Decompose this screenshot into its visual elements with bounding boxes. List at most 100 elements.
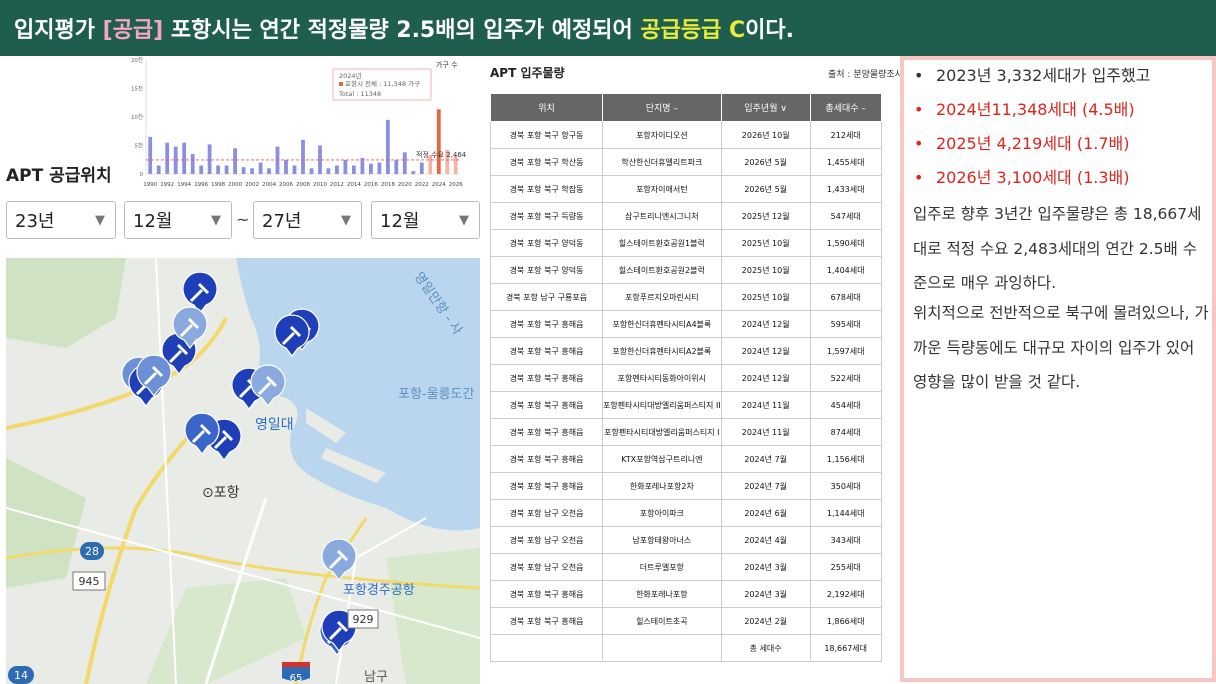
- bar-1996[interactable]: [199, 165, 204, 175]
- bar-2002[interactable]: [250, 168, 254, 174]
- table-row[interactable]: 경북 포항 북구 흥해읍 포항한신더휴펜타시티A4블록 2024년 12월 595세대: [490, 310, 882, 338]
- table-row[interactable]: 경북 포항 북구 흥해읍 포항한신더휴펜타시티A2블록 2024년 12월 1,597…: [490, 337, 882, 365]
- table-row[interactable]: 경북 포항 북구 흥해읍 한화포레나포항 2024년 3월 2,192세대: [490, 580, 882, 608]
- table-row[interactable]: 경북 포항 북구 흥해읍 KTX포항역삼구트리니엔 2024년 7월 1,156세대: [490, 445, 882, 473]
- table-row[interactable]: 경북 포항 북구 흥해읍 힐스테이트초곡 2024년 2월 1,866세대: [490, 607, 882, 635]
- bar-2012[interactable]: [335, 165, 339, 175]
- bar-2020[interactable]: [402, 152, 407, 174]
- bar-2004[interactable]: [267, 168, 271, 174]
- col-header-complex[interactable]: 단지명 –: [602, 93, 722, 122]
- bar-2016[interactable]: [369, 163, 373, 174]
- bar-2006[interactable]: [284, 159, 288, 175]
- bar-2021[interactable]: [411, 171, 416, 174]
- chevron-down-icon: ▼: [341, 212, 351, 228]
- cell-move-in-date: 2024년 11월: [720, 418, 811, 446]
- cell-location: 경북 포항 북구 양덕동: [490, 229, 603, 257]
- cell-households: 1,866세대: [809, 607, 882, 635]
- table-row[interactable]: 경북 포항 북구 흥해읍 포항펜타시티대방엘리움퍼스티지 II 2024년 11월 4…: [490, 391, 882, 419]
- bar-2024[interactable]: [436, 109, 441, 174]
- bar-1994[interactable]: [182, 142, 187, 174]
- bar-2013[interactable]: [343, 159, 348, 175]
- table-row[interactable]: 경북 포항 남구 구룡포읍 포항푸르지오마린시티 2025년 10월 678세대: [490, 283, 882, 311]
- bar-2003[interactable]: [258, 162, 263, 174]
- bar-2008[interactable]: [301, 139, 305, 174]
- chevron-down-icon: ▼: [211, 212, 221, 228]
- to-month-select[interactable]: 12월 ▼: [371, 201, 480, 239]
- table-row[interactable]: 경북 포항 북구 양덕동 힐스테이트환호공원1블럭 2025년 10월 1,590세대: [490, 229, 882, 257]
- cell-location: 경북 포항 북구 흥해읍: [490, 364, 603, 392]
- table-row[interactable]: 경북 포항 북구 학잠동 포항자이애서턴 2026년 5월 1,433세대: [490, 175, 882, 203]
- bar-2015[interactable]: [360, 158, 365, 174]
- bullet-dot: •: [914, 100, 924, 119]
- table-row[interactable]: 경북 포항 북구 흥해읍 포항펜타시티대방엘리움퍼스티지 I 2024년 11월 87…: [490, 418, 882, 446]
- cell-complex-name: 포항펜타시티동화아이위시: [602, 364, 722, 392]
- cell-location: 경북 포항 북구 흥해읍: [490, 391, 603, 419]
- cell-move-in-date: 2025년 10월: [720, 283, 811, 311]
- col-header-location[interactable]: 위치: [490, 93, 603, 122]
- bar-1998[interactable]: [216, 165, 220, 175]
- svg-text:929: 929: [353, 613, 374, 626]
- route-shield-28: 28: [80, 542, 104, 560]
- bar-1995[interactable]: [190, 154, 195, 174]
- bar-2014[interactable]: [352, 165, 356, 175]
- table-row[interactable]: 경북 포항 남구 오천읍 남포항태왕아너스 2024년 4월 343세대: [490, 526, 882, 554]
- bullet-dot: •: [914, 134, 924, 153]
- cell-move-in-date: 2024년 6월: [720, 499, 811, 527]
- x-tick-label: 2022: [415, 182, 429, 188]
- cell-move-in-date: 2024년 12월: [720, 310, 811, 338]
- bar-1990[interactable]: [148, 136, 153, 174]
- from-year-select[interactable]: 23년 ▼: [6, 201, 116, 239]
- cell-complex-name: 힐스테이트환호공원1블럭: [602, 229, 722, 257]
- table-row[interactable]: 경북 포항 남구 오천읍 더트루엘포항 2024년 3월 255세대: [490, 553, 882, 581]
- headline-banner: 입지평가 [공급] 포항시는 연간 적정물량 2.5배의 입주가 예정되어 공급…: [0, 0, 1216, 56]
- x-tick-label: 2020: [398, 182, 412, 188]
- cell-move-in-date: 2024년 12월: [720, 337, 811, 365]
- col-header-households[interactable]: 총세대수 –: [809, 93, 882, 122]
- x-tick-label: 1990: [143, 182, 157, 188]
- col-header-move-in-date[interactable]: 입주년월 ∨: [720, 93, 811, 122]
- bar-2019[interactable]: [394, 159, 399, 175]
- bar-2000[interactable]: [233, 148, 237, 174]
- cell-move-in-date: 2026년 5월: [720, 175, 811, 203]
- x-tick-label: 2008: [296, 182, 310, 188]
- apt-move-in-table: 위치 단지명 – 입주년월 ∨ 총세대수 – 경북 포항 북구 항구동 포항자이디…: [490, 93, 882, 662]
- route-shield-945: 945: [72, 571, 106, 591]
- from-month-select[interactable]: 12월 ▼: [124, 201, 232, 239]
- bar-2007[interactable]: [292, 165, 297, 175]
- bar-2017[interactable]: [377, 162, 382, 174]
- to-year-select[interactable]: 27년 ▼: [253, 201, 362, 239]
- cell-households: 874세대: [809, 418, 882, 446]
- bar-1992[interactable]: [165, 142, 170, 174]
- bar-2011[interactable]: [326, 168, 331, 174]
- note-item-text: 2023년 3,332세대가 입주했고: [936, 66, 1151, 85]
- bar-2022[interactable]: [419, 162, 424, 174]
- from-month-value: 12월: [133, 211, 173, 232]
- map-canvas[interactable]: 영일대 ⊙포항 포항경주공항 영일만항 - 사 포항-울릉도간 남구 28 94…: [6, 258, 480, 684]
- cell-complex-name: 포항한신더휴펜타시티A4블록: [602, 310, 722, 338]
- table-row[interactable]: 경북 포항 남구 오천읍 포항아이파크 2024년 6월 1,144세대: [490, 499, 882, 527]
- x-tick-label: 2014: [347, 182, 361, 188]
- cell-location: 경북 포항 북구 학산동: [490, 148, 603, 176]
- bar-2018[interactable]: [386, 119, 390, 174]
- note-item: • 2024년11,348세대 (4.5배): [914, 100, 1135, 120]
- bar-1991[interactable]: [156, 165, 161, 175]
- table-row[interactable]: 경북 포항 북구 학산동 학산한신더휴엘리트파크 2026년 5월 1,455세대: [490, 148, 882, 176]
- cell-complex-name: 더트루엘포항: [602, 553, 722, 581]
- table-row[interactable]: 경북 포항 북구 흥해읍 포항펜타시티동화아이위시 2024년 12월 522세대: [490, 364, 882, 392]
- chevron-down-icon: ▼: [459, 212, 469, 228]
- y-tick-label: 5천: [134, 142, 143, 150]
- cell-complex-name: 힐스테이트환호공원2블럭: [602, 256, 722, 284]
- cell-location: 경북 포항 북구 흥해읍: [490, 445, 603, 473]
- bar-2009[interactable]: [309, 168, 314, 174]
- demand-label: 적정 수요 2,464: [416, 150, 467, 159]
- apt-location-map[interactable]: 영일대 ⊙포항 포항경주공항 영일만항 - 사 포항-울릉도간 남구 28 94…: [6, 258, 480, 684]
- bar-1997[interactable]: [207, 144, 212, 174]
- bar-2001[interactable]: [241, 167, 246, 174]
- table-row[interactable]: 경북 포항 북구 항구동 포항자이디오션 2026년 10월 212세대: [490, 121, 882, 149]
- bar-1999[interactable]: [224, 165, 229, 175]
- table-row[interactable]: 경북 포항 북구 득량동 삼구트리니엔시그니처 2025년 12월 547세대: [490, 202, 882, 230]
- table-row[interactable]: 경북 포항 북구 양덕동 힐스테이트환호공원2블럭 2025년 10월 1,404세대: [490, 256, 882, 284]
- table-row[interactable]: 경북 포항 북구 흥해읍 한화포레나포항2차 2024년 7월 350세대: [490, 472, 882, 500]
- cell-complex-name: 포항펜타시티대방엘리움퍼스티지 II: [602, 391, 722, 419]
- cell-households: 454세대: [809, 391, 882, 419]
